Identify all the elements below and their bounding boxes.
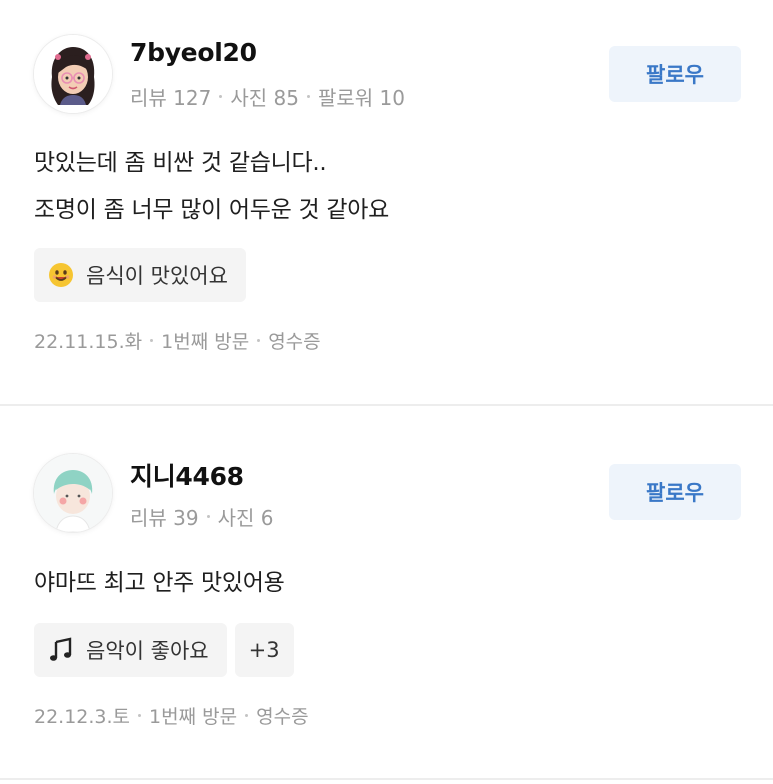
visit-count: 1번째 방문	[149, 706, 238, 728]
avatar-default-icon	[34, 454, 112, 532]
review-text-line: 조명이 좀 너무 많이 어두운 것 같아요	[34, 197, 389, 223]
user-stats: 리뷰 127 사진 85 팔로워 10	[130, 82, 405, 111]
more-keywords-chip[interactable]: +3	[234, 623, 294, 677]
keyword-chip-label: 음식이 맛있어요	[86, 264, 228, 288]
username[interactable]: 7byeol20	[130, 38, 257, 67]
follow-button[interactable]: 팔로우	[609, 464, 741, 520]
keyword-chip-label: 음악이 좋아요	[86, 639, 209, 663]
separator-dot	[206, 515, 210, 518]
music-note-icon	[48, 637, 74, 663]
username[interactable]: 지니4468	[130, 457, 244, 493]
keyword-chips: 음악이 좋아요 +3	[34, 623, 294, 677]
visit-count: 1번째 방문	[161, 331, 250, 353]
visit-date: 22.11.15.화	[34, 331, 143, 353]
user-avatar[interactable]	[34, 454, 112, 532]
smiley-icon	[48, 262, 74, 288]
review-text[interactable]: 야마뜨 최고 안주 맛있어용	[34, 560, 285, 607]
review-text[interactable]: 맛있는데 좀 비싼 것 같습니다.. 조명이 좀 너무 많이 어두운 것 같아요	[34, 140, 389, 234]
review-divider	[0, 778, 773, 780]
review-item: 7byeol20 리뷰 127 사진 85 팔로워 10 팔로우 맛있는데 좀 …	[0, 0, 773, 404]
visit-date: 22.12.3.토	[34, 706, 131, 728]
visit-info: 22.12.3.토 1번째 방문 영수증	[34, 702, 309, 729]
separator-dot	[257, 339, 261, 342]
receipt-label: 영수증	[256, 706, 309, 728]
user-avatar[interactable]	[34, 35, 112, 113]
separator-dot	[150, 339, 154, 342]
separator-dot	[245, 714, 249, 717]
review-text-line: 맛있는데 좀 비싼 것 같습니다..	[34, 150, 327, 176]
avatar-girl-icon	[34, 35, 112, 113]
photo-count: 사진 6	[217, 506, 274, 530]
separator-dot	[138, 714, 142, 717]
follower-count: 팔로워 10	[317, 86, 405, 110]
user-stats: 리뷰 39 사진 6	[130, 502, 274, 531]
keyword-chips: 음식이 맛있어요	[34, 248, 246, 302]
review-text-line: 야마뜨 최고 안주 맛있어용	[34, 570, 285, 596]
separator-dot	[306, 95, 310, 98]
visit-info: 22.11.15.화 1번째 방문 영수증	[34, 327, 321, 354]
photo-count: 사진 85	[230, 86, 299, 110]
review-count: 리뷰 127	[130, 86, 212, 110]
keyword-chip[interactable]: 음식이 맛있어요	[34, 248, 246, 302]
review-item: 지니4468 리뷰 39 사진 6 팔로우 야마뜨 최고 안주 맛있어용 음악이…	[0, 406, 773, 780]
keyword-chip[interactable]: 음악이 좋아요	[34, 623, 227, 677]
follow-button[interactable]: 팔로우	[609, 46, 741, 102]
review-count: 리뷰 39	[130, 506, 199, 530]
receipt-label: 영수증	[268, 331, 321, 353]
separator-dot	[219, 95, 223, 98]
